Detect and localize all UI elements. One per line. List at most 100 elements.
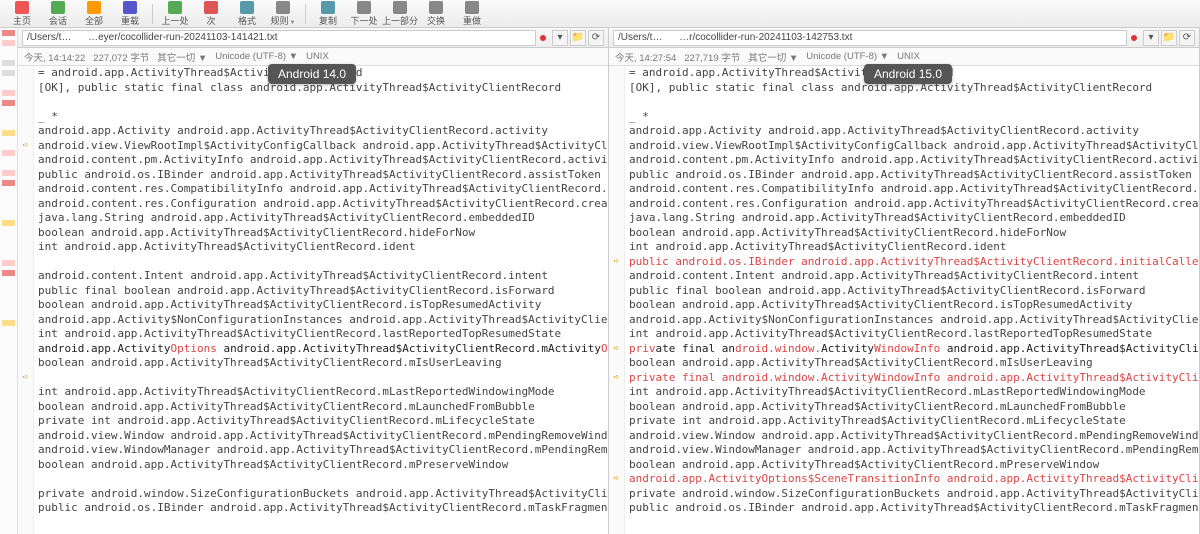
code-line[interactable]: android.app.ActivityOptions$SceneTransit… (629, 472, 1199, 487)
code-line[interactable]: private final android.window.ActivityWin… (629, 371, 1199, 386)
toolbar-重载[interactable]: 重载 (112, 1, 148, 27)
code-line[interactable] (38, 95, 608, 110)
code-line[interactable]: android.content.res.Configuration androi… (629, 197, 1199, 212)
code-line[interactable]: int android.app.ActivityThread$ActivityC… (629, 240, 1199, 255)
code-line[interactable]: android.app.Activity android.app.Activit… (38, 124, 608, 139)
browse-button[interactable]: 📁 (1161, 30, 1177, 46)
code-line[interactable]: [OK], public static final class android.… (38, 81, 608, 96)
code-line[interactable]: _ * (629, 110, 1199, 125)
code-line[interactable]: boolean android.app.ActivityThread$Activ… (38, 400, 608, 415)
code-line[interactable]: android.app.Activity android.app.Activit… (629, 124, 1199, 139)
toolbar-上一部分[interactable]: 上一部分 (382, 1, 418, 27)
left-pathbar: ▾ 📁 ⟳ (18, 28, 608, 48)
code-line[interactable]: android.app.Activity$NonConfigurationIns… (38, 313, 608, 328)
code-line[interactable]: public android.os.IBinder android.app.Ac… (629, 168, 1199, 183)
toolbar-上一处[interactable]: 上一处 (157, 1, 193, 27)
right-pathbar: ▾ 📁 ⟳ (609, 28, 1199, 48)
history-button[interactable]: ▾ (1143, 30, 1159, 46)
code-line[interactable]: android.content.Intent android.app.Activ… (38, 269, 608, 284)
code-line[interactable]: = android.app.ActivityThread$ActivityCli… (629, 66, 1199, 81)
code-line[interactable]: [OK], public static final class android.… (629, 81, 1199, 96)
toolbar-下一处[interactable]: 下一处 (346, 1, 382, 27)
code-line[interactable]: private final android.window.ActivityWin… (629, 342, 1199, 357)
code-line[interactable]: android.content.res.Configuration androi… (38, 197, 608, 212)
code-line[interactable]: boolean android.app.ActivityThread$Activ… (629, 226, 1199, 241)
code-line[interactable]: private int android.app.ActivityThread$A… (38, 414, 608, 429)
code-line[interactable]: android.content.pm.ActivityInfo android.… (38, 153, 608, 168)
toolbar-主页[interactable]: 主页 (4, 1, 40, 27)
code-line[interactable]: public final boolean android.app.Activit… (38, 284, 608, 299)
code-line[interactable]: android.app.ActivityOptions android.app.… (38, 342, 608, 357)
left-statusbar: 今天, 14:14:22 227,072 字节 其它一切 ▼ Unicode (… (18, 48, 608, 66)
refresh-button[interactable]: ⟳ (1179, 30, 1195, 46)
encoding-dropdown[interactable]: Unicode (UTF-8) ▼ (215, 51, 298, 62)
right-code[interactable]: = android.app.ActivityThread$ActivityCli… (609, 66, 1199, 534)
code-line[interactable] (629, 95, 1199, 110)
code-line[interactable]: java.lang.String android.app.ActivityThr… (629, 211, 1199, 226)
code-line[interactable]: boolean android.app.ActivityThread$Activ… (629, 458, 1199, 473)
modified-indicator-icon (540, 35, 546, 41)
code-line[interactable]: private android.window.SizeConfiguration… (38, 487, 608, 502)
history-button[interactable]: ▾ (552, 30, 568, 46)
code-line[interactable]: int android.app.ActivityThread$ActivityC… (38, 327, 608, 342)
code-line[interactable]: public android.os.IBinder android.app.Ac… (629, 255, 1199, 270)
code-line[interactable]: private int android.app.ActivityThread$A… (629, 414, 1199, 429)
code-line[interactable] (38, 371, 608, 386)
code-line[interactable]: android.view.Window android.app.Activity… (38, 429, 608, 444)
code-line[interactable]: boolean android.app.ActivityThread$Activ… (38, 356, 608, 371)
code-line[interactable]: int android.app.ActivityThread$ActivityC… (38, 240, 608, 255)
encoding-dropdown[interactable]: Unicode (UTF-8) ▼ (806, 51, 889, 62)
filter-dropdown[interactable]: 其它一切 ▼ (157, 50, 207, 64)
filter-dropdown[interactable]: 其它一切 ▼ (748, 50, 798, 64)
code-line[interactable]: boolean android.app.ActivityThread$Activ… (38, 458, 608, 473)
main-toolbar: 主页会话全部重载上一处次格式规则▼ 复制下一处上一部分交换重做 (0, 0, 1200, 28)
toolbar-次[interactable]: 次 (193, 1, 229, 27)
code-line[interactable]: android.content.res.CompatibilityInfo an… (38, 182, 608, 197)
toolbar-会话[interactable]: 会话 (40, 1, 76, 27)
left-code[interactable]: = android.app.ActivityThread$ActivityCli… (18, 66, 608, 534)
code-line[interactable]: java.lang.String android.app.ActivityThr… (38, 211, 608, 226)
code-line[interactable]: boolean android.app.ActivityThread$Activ… (629, 356, 1199, 371)
code-line[interactable]: public android.os.IBinder android.app.Ac… (38, 501, 608, 516)
code-line[interactable]: android.content.Intent android.app.Activ… (629, 269, 1199, 284)
refresh-button[interactable]: ⟳ (588, 30, 604, 46)
code-line[interactable]: public android.os.IBinder android.app.Ac… (629, 501, 1199, 516)
right-path-input[interactable] (613, 30, 1127, 46)
right-pane: ▾ 📁 ⟳ 今天, 14:27:54 227,719 字节 其它一切 ▼ Uni… (609, 28, 1200, 534)
code-line[interactable]: public android.os.IBinder android.app.Ac… (38, 168, 608, 183)
code-line[interactable]: int android.app.ActivityThread$ActivityC… (38, 385, 608, 400)
code-line[interactable] (38, 472, 608, 487)
left-diff-gutter (18, 66, 34, 534)
code-line[interactable]: int android.app.ActivityThread$ActivityC… (629, 385, 1199, 400)
code-line[interactable]: private android.window.SizeConfiguration… (629, 487, 1199, 502)
code-line[interactable]: public final boolean android.app.Activit… (629, 284, 1199, 299)
code-line[interactable]: android.view.ViewRootImpl$ActivityConfig… (629, 139, 1199, 154)
code-line[interactable]: boolean android.app.ActivityThread$Activ… (38, 226, 608, 241)
toolbar-格式[interactable]: 格式 (229, 1, 265, 27)
toolbar-规则[interactable]: 规则▼ (265, 1, 301, 27)
left-path-input[interactable] (22, 30, 536, 46)
browse-button[interactable]: 📁 (570, 30, 586, 46)
toolbar-全部[interactable]: 全部 (76, 1, 112, 27)
modified-indicator-icon (1131, 35, 1137, 41)
code-line[interactable]: android.view.WindowManager android.app.A… (629, 443, 1199, 458)
code-line[interactable]: _ * (38, 110, 608, 125)
code-line[interactable]: int android.app.ActivityThread$ActivityC… (629, 327, 1199, 342)
code-line[interactable]: android.content.res.CompatibilityInfo an… (629, 182, 1199, 197)
code-line[interactable]: android.view.Window android.app.Activity… (629, 429, 1199, 444)
overview-gutter[interactable] (0, 28, 18, 534)
code-line[interactable] (38, 255, 608, 270)
code-line[interactable]: android.view.WindowManager android.app.A… (38, 443, 608, 458)
code-line[interactable]: boolean android.app.ActivityThread$Activ… (38, 298, 608, 313)
toolbar-复制[interactable]: 复制 (310, 1, 346, 27)
code-line[interactable]: android.app.Activity$NonConfigurationIns… (629, 313, 1199, 328)
code-line[interactable]: = android.app.ActivityThread$ActivityCli… (38, 66, 608, 81)
code-line[interactable]: boolean android.app.ActivityThread$Activ… (629, 400, 1199, 415)
code-line[interactable]: android.view.ViewRootImpl$ActivityConfig… (38, 139, 608, 154)
main-area: ▾ 📁 ⟳ 今天, 14:14:22 227,072 字节 其它一切 ▼ Uni… (0, 28, 1200, 534)
code-line[interactable]: android.content.pm.ActivityInfo android.… (629, 153, 1199, 168)
toolbar-重做[interactable]: 重做 (454, 1, 490, 27)
right-statusbar: 今天, 14:27:54 227,719 字节 其它一切 ▼ Unicode (… (609, 48, 1199, 66)
toolbar-交换[interactable]: 交换 (418, 1, 454, 27)
code-line[interactable]: boolean android.app.ActivityThread$Activ… (629, 298, 1199, 313)
